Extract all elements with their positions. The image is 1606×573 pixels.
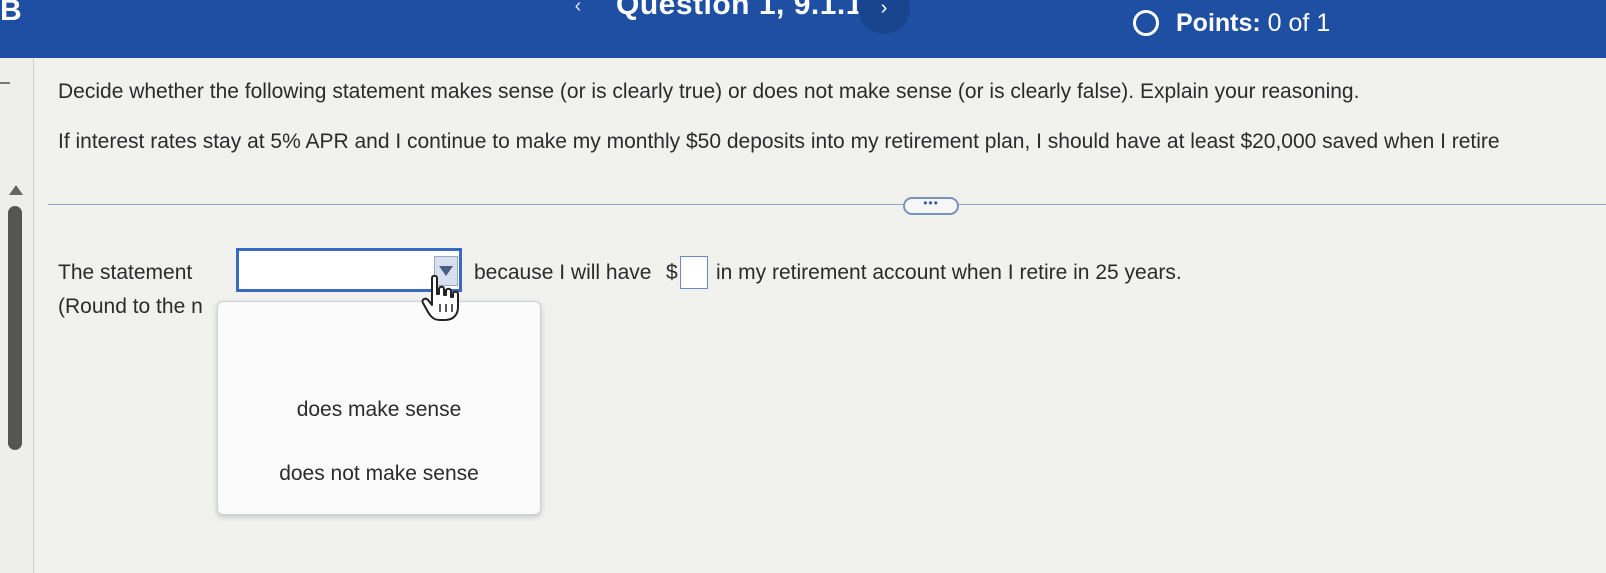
previous-question-button[interactable]: ‹	[563, 0, 593, 22]
option-does-not-make-sense[interactable]: does not make sense	[218, 462, 540, 486]
points-display: Points: 0 of 1	[1176, 9, 1330, 38]
circle-outline-icon	[1133, 10, 1159, 36]
question-statement: If interest rates stay at 5% APR and I c…	[58, 130, 1500, 153]
expand-more-button[interactable]: •••	[903, 197, 959, 215]
gutter-tick	[0, 82, 10, 84]
points-label: Points:	[1176, 9, 1261, 37]
option-does-make-sense[interactable]: does make sense	[218, 398, 540, 422]
question-panel: Decide whether the following statement m…	[34, 58, 1606, 573]
section-divider	[48, 204, 1606, 205]
answer-because: because I will have	[474, 261, 652, 284]
left-gutter	[0, 58, 34, 573]
hand-pointer-icon	[421, 274, 459, 321]
points-value: 0 of 1	[1267, 9, 1331, 37]
answer-suffix: in my retirement account when I retire i…	[716, 261, 1182, 284]
top-bar: B ‹ Question 1, 9.1.1 › Points: 0 of 1	[0, 0, 1606, 58]
answer-prefix: The statement	[58, 261, 193, 284]
scroll-up-icon[interactable]	[9, 185, 23, 195]
dollar-sign: $	[666, 261, 678, 284]
rounding-note: (Round to the n	[58, 295, 203, 318]
question-title: Question 1, 9.1.1	[616, 0, 863, 21]
dropdown-menu: does make sense does not make sense	[217, 301, 541, 515]
scrollbar-thumb[interactable]	[8, 206, 22, 450]
question-instruction: Decide whether the following statement m…	[58, 80, 1360, 103]
brand-letter: B	[0, 0, 22, 27]
next-question-button[interactable]: ›	[858, 0, 910, 34]
amount-input[interactable]	[680, 256, 708, 289]
